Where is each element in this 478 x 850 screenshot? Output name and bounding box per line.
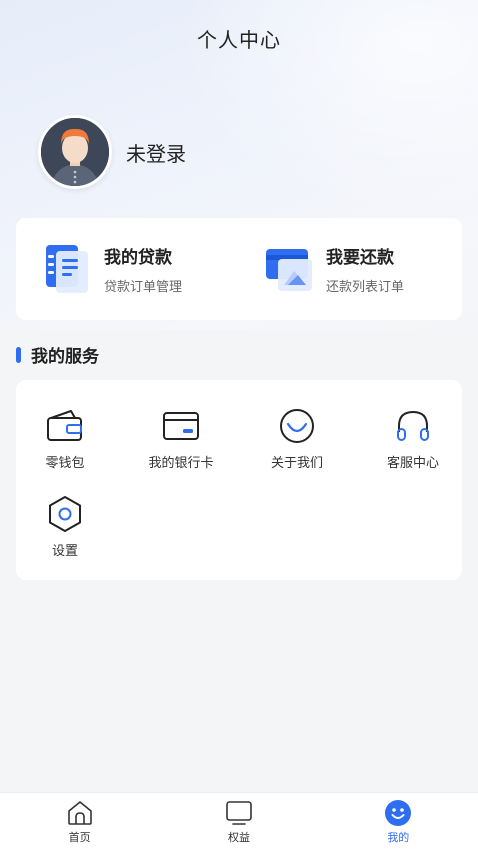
loan-card: 我的贷款 贷款订单管理 我要还款 还款列表订单 xyxy=(16,218,462,320)
repay-card-icon xyxy=(266,243,314,295)
tab-mine[interactable]: 我的 xyxy=(319,793,478,850)
tab-benefits[interactable]: 权益 xyxy=(159,793,318,850)
section-accent-bar xyxy=(16,346,21,363)
my-loans-title: 我的贷款 xyxy=(104,248,172,268)
headset-icon xyxy=(393,406,433,446)
profile-section[interactable]: 未登录 xyxy=(38,115,186,189)
page-title: 个人中心 xyxy=(197,28,281,52)
services-title: 我的服务 xyxy=(31,347,99,367)
service-bank-card[interactable]: 我的银行卡 xyxy=(126,406,236,471)
service-settings-label: 设置 xyxy=(51,544,78,559)
bank-card-icon xyxy=(161,406,201,446)
my-loans-subtitle: 贷款订单管理 xyxy=(104,280,183,295)
home-icon xyxy=(66,799,94,827)
service-bank-card-label: 我的银行卡 xyxy=(148,456,214,471)
smile-icon xyxy=(277,406,317,446)
wallet-icon xyxy=(45,406,85,446)
smile-face-icon xyxy=(384,799,412,827)
service-about-us[interactable]: 关于我们 xyxy=(242,406,352,471)
repay-subtitle: 还款列表订单 xyxy=(326,280,405,295)
service-wallet-label: 零钱包 xyxy=(45,456,85,471)
services-header: 我的服务 xyxy=(16,342,99,367)
bottom-tab-bar: 首页 权益 我的 xyxy=(0,792,478,850)
repay-title: 我要还款 xyxy=(326,248,394,268)
service-about-us-label: 关于我们 xyxy=(270,456,323,471)
service-settings[interactable]: 设置 xyxy=(10,494,120,559)
services-card: 零钱包 我的银行卡 关于我们 客服中心 设置 xyxy=(16,380,462,580)
monitor-icon xyxy=(225,799,253,827)
hexagon-settings-icon xyxy=(45,494,85,534)
service-customer-center[interactable]: 客服中心 xyxy=(358,406,468,471)
tab-mine-label: 我的 xyxy=(387,831,410,844)
service-customer-center-label: 客服中心 xyxy=(386,456,439,471)
tab-benefits-label: 权益 xyxy=(227,831,250,844)
avatar[interactable] xyxy=(38,115,112,189)
tab-home[interactable]: 首页 xyxy=(0,793,159,850)
avatar-icon xyxy=(41,118,109,186)
my-loans-entry[interactable]: 我的贷款 贷款订单管理 xyxy=(16,218,240,320)
service-wallet[interactable]: 零钱包 xyxy=(10,406,120,471)
document-icon xyxy=(44,243,92,295)
repay-entry[interactable]: 我要还款 还款列表订单 xyxy=(240,218,462,320)
username[interactable]: 未登录 xyxy=(126,138,186,167)
tab-home-label: 首页 xyxy=(68,831,91,844)
